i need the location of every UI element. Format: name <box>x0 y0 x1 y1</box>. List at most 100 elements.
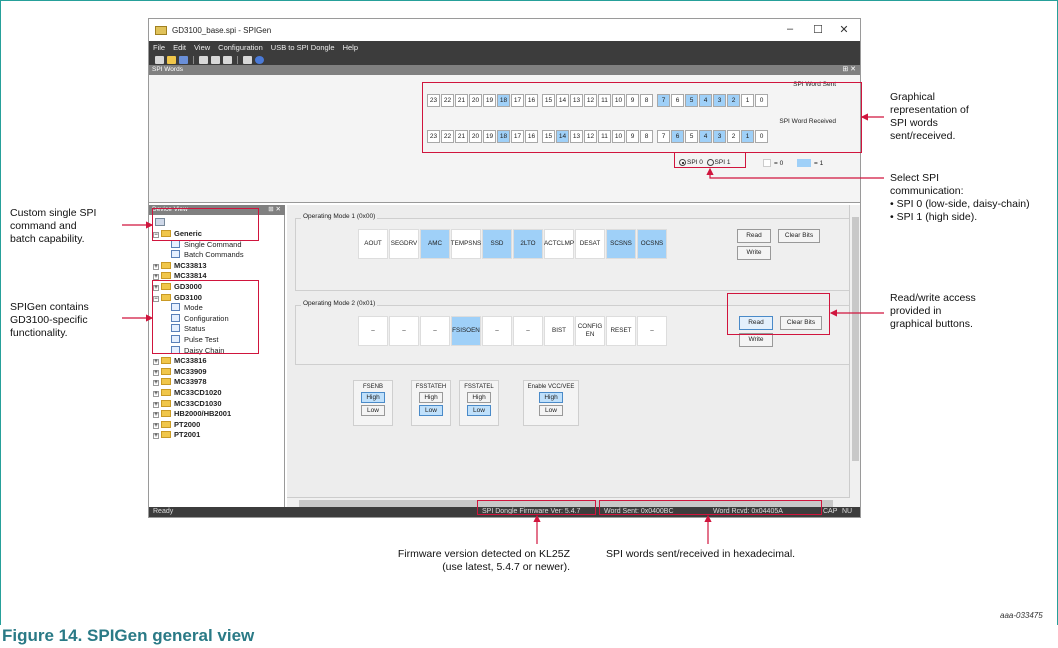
tree-item-mc33814[interactable]: + MC33814 <box>153 271 207 281</box>
expand-icon[interactable]: + <box>153 422 159 429</box>
mode2-read-button[interactable]: Read <box>739 316 773 330</box>
mode2-bit-6[interactable]: BIST <box>544 316 574 346</box>
panel-pin-icon[interactable]: ⊞ ✕ <box>268 205 281 215</box>
received-bit-4[interactable]: 4 <box>699 130 712 143</box>
expand-icon[interactable]: + <box>153 412 159 419</box>
received-bit-15[interactable]: 15 <box>542 130 555 143</box>
mode1-bit-6[interactable]: ACTCLMP <box>544 229 574 259</box>
tree-item-mc33cd1020[interactable]: + MC33CD1020 <box>153 388 222 398</box>
mode2-bit-0[interactable]: – <box>358 316 388 346</box>
mode1-bit-5[interactable]: 2LTO <box>513 229 543 259</box>
save-icon[interactable] <box>179 55 188 64</box>
sent-bit-23[interactable]: 23 <box>427 94 440 107</box>
vertical-scroll-thumb[interactable] <box>852 217 859 461</box>
mode2-bit-8[interactable]: RESET <box>606 316 636 346</box>
received-bit-9[interactable]: 9 <box>626 130 639 143</box>
sent-bit-16[interactable]: 16 <box>525 94 538 107</box>
received-bit-11[interactable]: 11 <box>598 130 611 143</box>
received-bit-23[interactable]: 23 <box>427 130 440 143</box>
panel-close-icon[interactable]: ⊞ ✕ <box>842 65 856 75</box>
mode1-bit-1[interactable]: SEGDRV <box>389 229 419 259</box>
tree-item-mc33978[interactable]: + MC33978 <box>153 377 207 387</box>
menu-configuration[interactable]: Configuration <box>218 43 263 52</box>
cut-icon[interactable] <box>199 55 208 64</box>
sent-bit-19[interactable]: 19 <box>483 94 496 107</box>
vertical-scrollbar[interactable] <box>849 205 860 509</box>
tree-item-mode[interactable]: Mode <box>171 303 203 313</box>
received-bit-12[interactable]: 12 <box>584 130 597 143</box>
received-bit-8[interactable]: 8 <box>640 130 653 143</box>
sent-bit-15[interactable]: 15 <box>542 94 555 107</box>
open-folder-icon[interactable] <box>167 55 176 64</box>
spi0-radio[interactable] <box>679 159 686 166</box>
mode2-bit-3[interactable]: FSISOEN <box>451 316 481 346</box>
spi1-radio[interactable] <box>706 159 714 166</box>
toggle-high-button[interactable]: High <box>361 392 385 403</box>
sent-bit-12[interactable]: 12 <box>584 94 597 107</box>
received-bit-19[interactable]: 19 <box>483 130 496 143</box>
expand-icon[interactable]: + <box>153 401 159 408</box>
received-bit-18[interactable]: 18 <box>497 130 510 143</box>
mode1-bit-8[interactable]: SCSNS <box>606 229 636 259</box>
received-bit-17[interactable]: 17 <box>511 130 524 143</box>
sent-bit-6[interactable]: 6 <box>671 94 684 107</box>
received-bit-13[interactable]: 13 <box>570 130 583 143</box>
maximize-button[interactable]: ☐ <box>806 23 830 36</box>
expand-icon[interactable]: + <box>153 285 159 291</box>
menu-help[interactable]: Help <box>343 43 358 52</box>
tree-item-single-command[interactable]: Single Command <box>171 239 242 250</box>
mode2-bit-1[interactable]: – <box>389 316 419 346</box>
tree-item-pt2000[interactable]: + PT2000 <box>153 420 200 430</box>
tree-item-pulse-test[interactable]: Pulse Test <box>171 335 218 345</box>
mode1-bit-0[interactable]: AOUT <box>358 229 388 259</box>
received-bit-10[interactable]: 10 <box>612 130 625 143</box>
help-icon[interactable] <box>255 55 264 64</box>
received-bit-6[interactable]: 6 <box>671 130 684 143</box>
menu-edit[interactable]: Edit <box>173 43 186 52</box>
toggle-high-button[interactable]: High <box>419 392 443 403</box>
received-bit-0[interactable]: 0 <box>755 130 768 143</box>
sent-bit-5[interactable]: 5 <box>685 94 698 107</box>
sent-bit-13[interactable]: 13 <box>570 94 583 107</box>
menu-usb-dongle[interactable]: USB to SPI Dongle <box>271 43 335 52</box>
new-file-icon[interactable] <box>155 55 164 64</box>
received-bit-16[interactable]: 16 <box>525 130 538 143</box>
tree-item-mc33909[interactable]: + MC33909 <box>153 367 207 377</box>
toggle-high-button[interactable]: High <box>467 392 491 403</box>
expand-icon[interactable]: + <box>153 433 159 440</box>
sent-bit-20[interactable]: 20 <box>469 94 482 107</box>
sent-bit-14[interactable]: 14 <box>556 94 569 107</box>
mode2-write-button[interactable]: Write <box>739 333 773 347</box>
tree-item-gd3000[interactable]: + GD3000 <box>153 282 202 292</box>
toggle-low-button[interactable]: Low <box>361 405 385 416</box>
toggle-high-button[interactable]: High <box>539 392 563 403</box>
expand-icon[interactable]: − <box>153 295 159 302</box>
sent-bit-10[interactable]: 10 <box>612 94 625 107</box>
menu-view[interactable]: View <box>194 43 210 52</box>
tree-item-daisy-chain[interactable]: Daisy Chain <box>171 345 224 356</box>
received-bit-3[interactable]: 3 <box>713 130 726 143</box>
expand-icon[interactable]: + <box>153 391 159 397</box>
mode1-bit-7[interactable]: DESAT <box>575 229 605 259</box>
sent-bit-9[interactable]: 9 <box>626 94 639 107</box>
mode2-bit-2[interactable]: – <box>420 316 450 346</box>
copy-icon[interactable] <box>211 55 220 64</box>
received-bit-20[interactable]: 20 <box>469 130 482 143</box>
mode1-bit-3[interactable]: TEMPSNS <box>451 229 481 259</box>
received-bit-7[interactable]: 7 <box>657 130 670 143</box>
sent-bit-0[interactable]: 0 <box>755 94 768 107</box>
sent-bit-17[interactable]: 17 <box>511 94 524 107</box>
tree-item-mc33813[interactable]: + MC33813 <box>153 261 207 271</box>
received-bit-21[interactable]: 21 <box>455 130 468 143</box>
toggle-low-button[interactable]: Low <box>539 405 563 416</box>
sent-bit-11[interactable]: 11 <box>598 94 611 107</box>
mode2-bit-5[interactable]: – <box>513 316 543 346</box>
sent-bit-3[interactable]: 3 <box>713 94 726 107</box>
received-bit-1[interactable]: 1 <box>741 130 754 143</box>
sent-bit-4[interactable]: 4 <box>699 94 712 107</box>
paste-icon[interactable] <box>223 55 232 64</box>
sent-bit-7[interactable]: 7 <box>657 94 670 107</box>
mode2-bit-7[interactable]: CONFIG EN <box>575 316 605 346</box>
mode1-read-button[interactable]: Read <box>737 229 771 243</box>
tree-item-mc33816[interactable]: + MC33816 <box>153 356 207 366</box>
